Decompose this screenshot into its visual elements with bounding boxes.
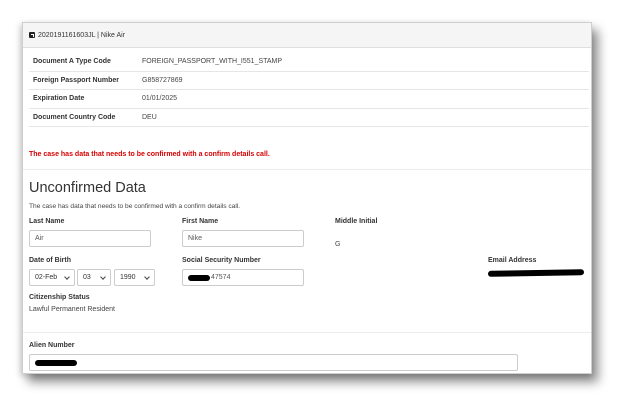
expiration-date-value: 01/01/2025 (142, 95, 178, 103)
confirm-warning: The case has data that needs to be confi… (29, 151, 270, 158)
first-name-input[interactable]: Nike (182, 230, 304, 247)
last-name-value: Air (35, 235, 44, 242)
section-title: Unconfirmed Data (29, 180, 146, 196)
country-code-value: DEU (142, 113, 157, 121)
panel-header: 2020191161603JL | Nike Air (23, 23, 591, 48)
dob-month-value: 02-Feb (35, 274, 58, 281)
date-of-birth-label: Date of Birth (29, 257, 71, 264)
email-redaction (487, 269, 585, 277)
alien-number-input[interactable] (29, 354, 518, 371)
chevron-down-icon (100, 274, 106, 280)
table-row: Document A Type Code FOREIGN_PASSPORT_WI… (29, 53, 589, 72)
alien-number-redaction (35, 359, 77, 366)
email-label: Email Address (488, 257, 537, 264)
middle-initial-label: Middle Initial (335, 218, 378, 225)
first-name-value: Nike (188, 235, 203, 242)
table-row: Expiration Date 01/01/2025 (29, 90, 589, 109)
passport-number-label: Foreign Passport Number (33, 76, 119, 84)
document-table: Document A Type Code FOREIGN_PASSPORT_WI… (29, 53, 589, 127)
ssn-redaction (188, 274, 210, 281)
ssn-input[interactable]: 47574 (182, 269, 304, 286)
divider (23, 332, 591, 333)
passport-number-value: G858727869 (142, 76, 183, 84)
expiration-date-label: Expiration Date (33, 95, 85, 103)
document-type-label: Document A Type Code (33, 58, 111, 66)
divider (23, 169, 591, 170)
ssn-visible-digits: 47574 (211, 274, 231, 281)
external-link-icon[interactable] (29, 32, 35, 38)
table-row: Document Country Code DEU (29, 109, 589, 127)
dob-day-select[interactable]: 03 (77, 269, 111, 286)
ssn-label: Social Security Number (182, 257, 261, 264)
dob-year-value: 1990 (120, 274, 136, 281)
alien-number-label: Alien Number (29, 342, 75, 349)
citizenship-value: Lawful Permanent Resident (29, 306, 115, 313)
dob-month-select[interactable]: 02-Feb (29, 269, 75, 286)
case-title: 2020191161603JL | Nike Air (38, 31, 126, 39)
chevron-down-icon (64, 274, 70, 280)
table-row: Foreign Passport Number G858727869 (29, 72, 589, 90)
country-code-label: Document Country Code (33, 113, 116, 121)
citizenship-label: Citizenship Status (29, 294, 90, 301)
document-type-value: FOREIGN_PASSPORT_WITH_I551_STAMP (142, 58, 283, 66)
first-name-label: First Name (182, 218, 219, 225)
section-subtitle: The case has data that needs to be confi… (29, 203, 241, 210)
case-details-panel: 2020191161603JL | Nike Air Document A Ty… (22, 22, 592, 374)
dob-day-value: 03 (83, 274, 91, 281)
last-name-label: Last Name (29, 218, 65, 225)
dob-year-select[interactable]: 1990 (114, 269, 155, 286)
middle-initial-value: G (335, 241, 341, 248)
chevron-down-icon (144, 274, 150, 280)
last-name-input[interactable]: Air (29, 230, 151, 247)
